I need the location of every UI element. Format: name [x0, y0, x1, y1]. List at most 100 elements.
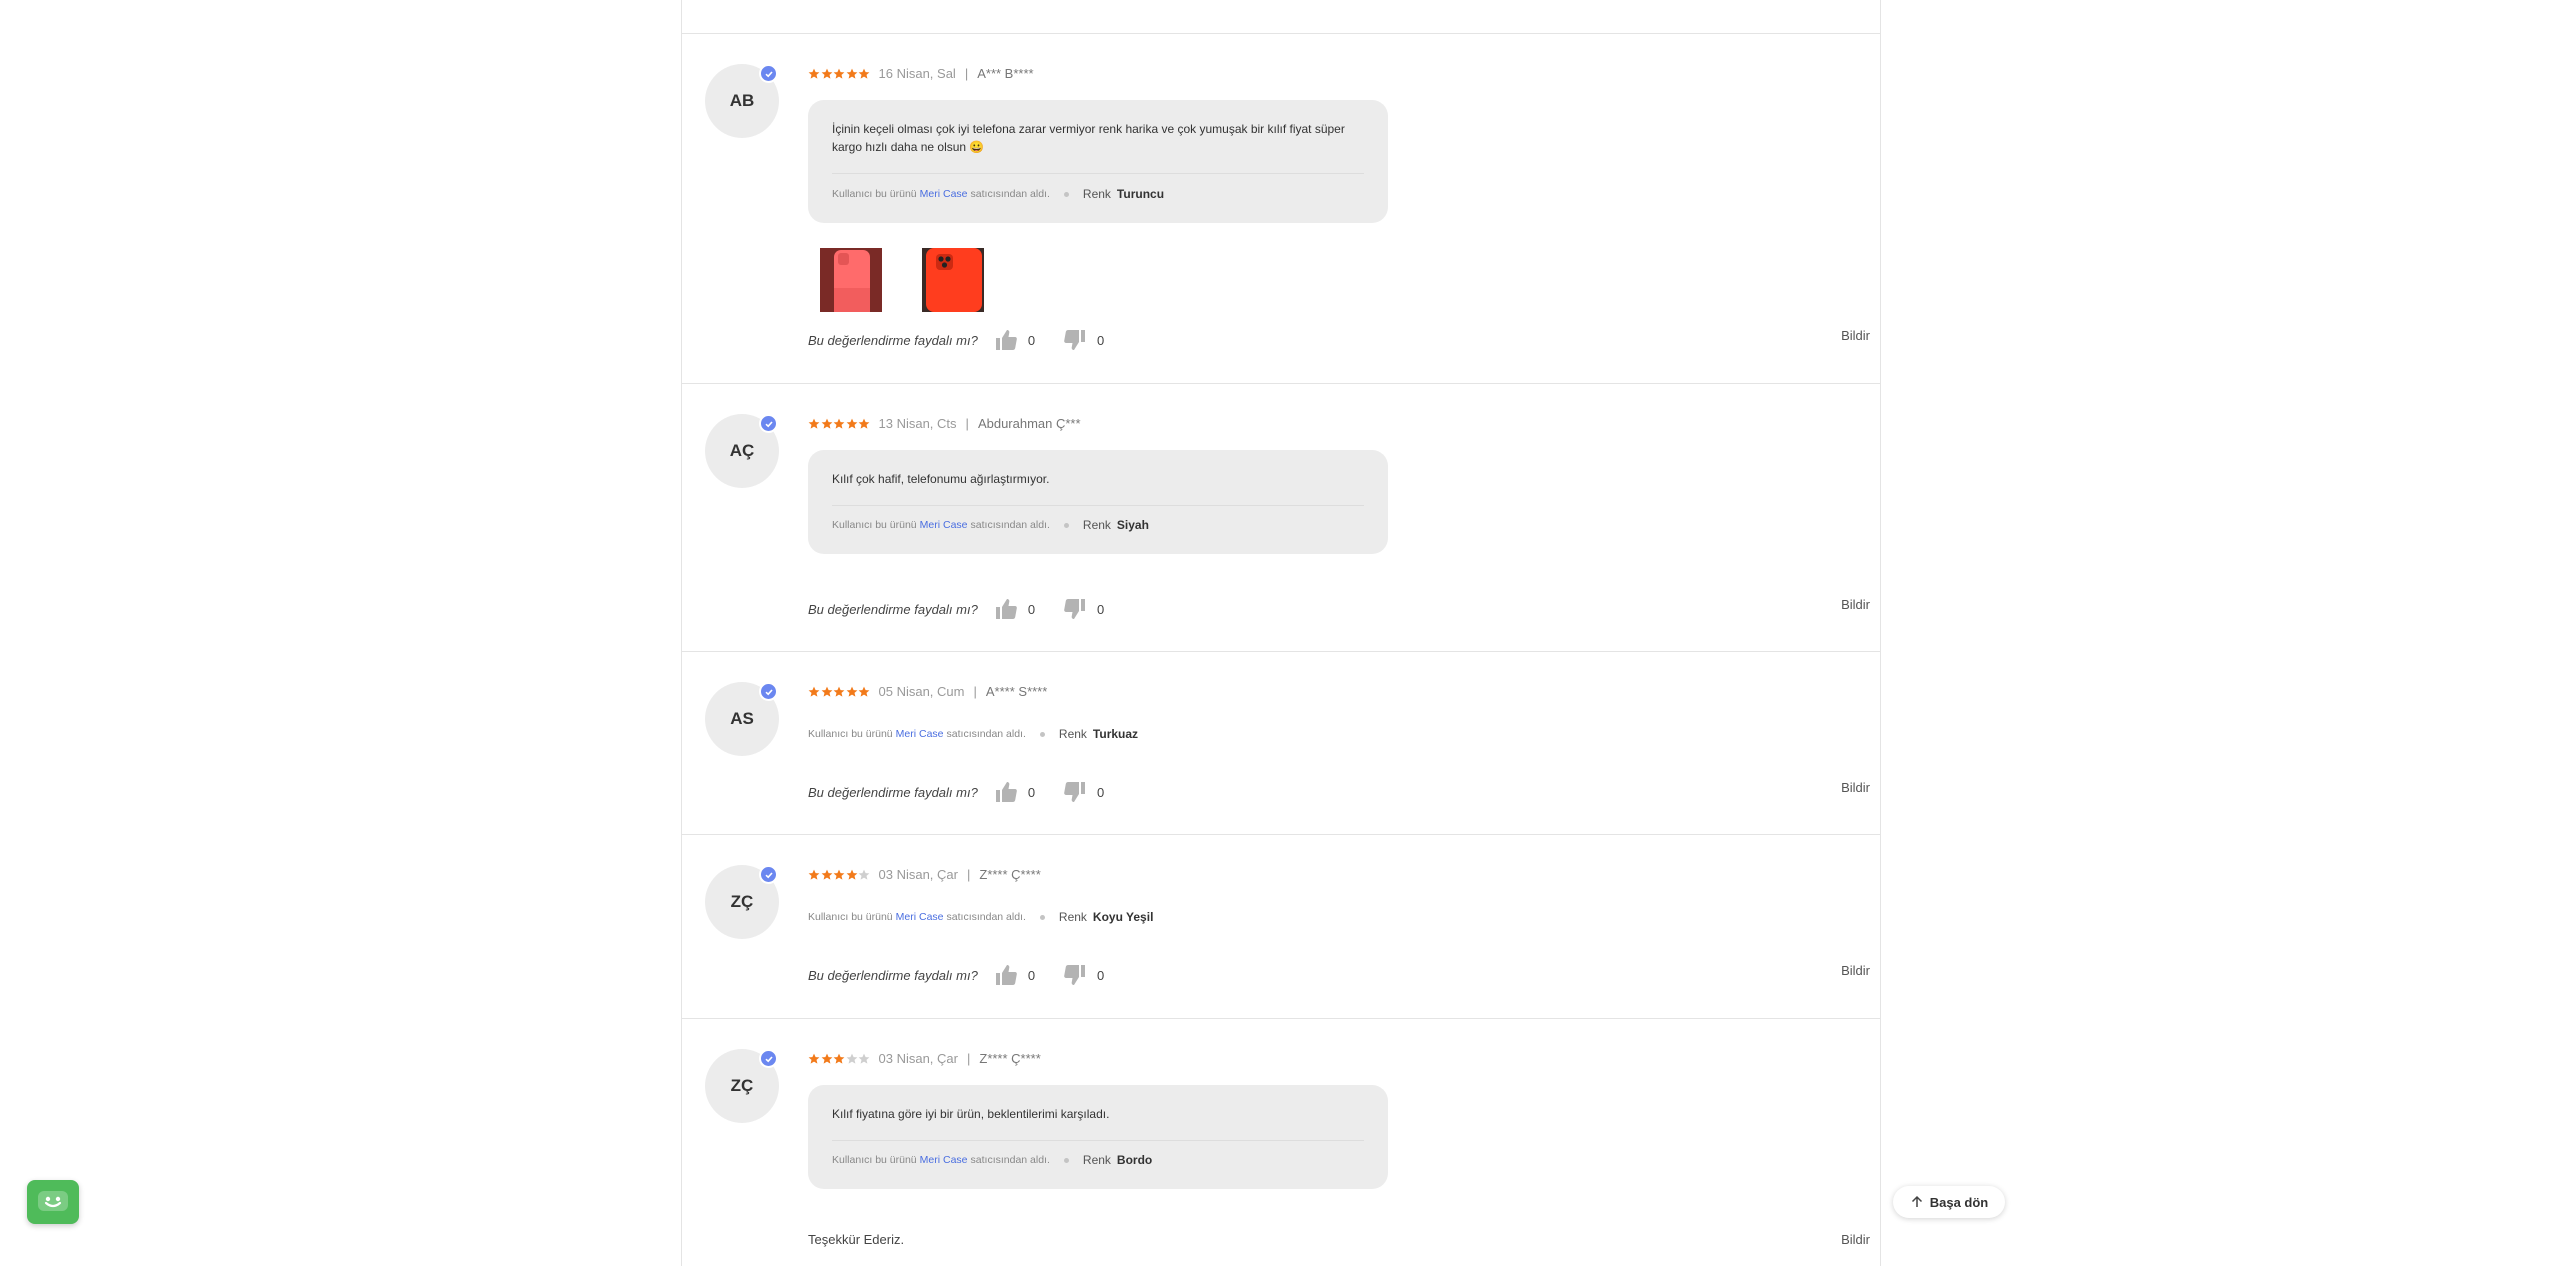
- star-icon: [808, 68, 820, 79]
- attribute-label: Renk: [1082, 1153, 1111, 1167]
- review-comment: İçinin keçeli olması çok iyi telefona za…: [832, 122, 1345, 154]
- verified-check-icon: [759, 1049, 778, 1068]
- verified-check-icon: [759, 682, 778, 701]
- star-icon: [808, 869, 820, 880]
- seller-link[interactable]: Meri Case: [920, 188, 968, 200]
- review-item: ZÇ 03 Nisan, Çar | Z**** Ç**** Kullanıcı…: [682, 834, 1880, 1018]
- dislike-count: 0: [1097, 784, 1105, 800]
- attribute-value: Bordo: [1116, 1153, 1153, 1167]
- attribute-value: Turkuaz: [1092, 727, 1139, 741]
- star-icon: [858, 418, 870, 429]
- attribute-value: Koyu Yeşil: [1092, 910, 1154, 924]
- dislike-button[interactable]: 0: [1063, 597, 1104, 621]
- attribute-value: Siyah: [1116, 518, 1149, 532]
- star-icon: [858, 686, 870, 697]
- seller-link[interactable]: Meri Case: [920, 519, 968, 531]
- star-icon: [846, 869, 857, 880]
- star-icon: [833, 686, 845, 697]
- review-comment: Kılıf çok hafif, telefonumu ağırlaştırmı…: [832, 472, 1050, 486]
- chatbot-button[interactable]: [27, 1180, 79, 1224]
- report-button[interactable]: Bildir: [1841, 597, 1870, 612]
- attribute-label: Renk: [1082, 187, 1111, 201]
- attribute-label: Renk: [1082, 518, 1111, 532]
- seller-link[interactable]: Meri Case: [896, 911, 944, 923]
- dislike-count: 0: [1097, 601, 1105, 617]
- helpful-row: Bu değerlendirme faydalı mı? 0 0: [808, 328, 1104, 352]
- meta-separator: |: [966, 1051, 971, 1066]
- seller-prefix: Kullanıcı bu ürünü: [832, 1154, 917, 1166]
- star-icon: [858, 68, 870, 79]
- review-author: Z**** Ç****: [979, 867, 1041, 882]
- back-to-top-label: Başa dön: [1929, 1194, 1989, 1210]
- seller-suffix: satıcısından aldı.: [946, 728, 1026, 740]
- review-date: 03 Nisan, Çar: [878, 867, 958, 882]
- like-count: 0: [1027, 601, 1036, 617]
- review-photo[interactable]: [820, 248, 882, 312]
- helpful-question: Bu değerlendirme faydalı mı?: [808, 332, 978, 348]
- star-icon: [821, 68, 832, 79]
- attribute-value: Turuncu: [1116, 187, 1165, 201]
- review-author: Abdurahman Ç***: [977, 416, 1081, 431]
- review-meta: 05 Nisan, Cum | A**** S****: [808, 684, 1047, 699]
- meta-separator: |: [965, 416, 969, 431]
- thumbs-down-icon: [1064, 330, 1086, 350]
- review-item: AB 16 Nisan, Sal | A*** B**** İçinin keç…: [682, 33, 1880, 383]
- avatar-initials: ZÇ: [730, 1076, 754, 1095]
- dislike-button[interactable]: 0: [1063, 963, 1104, 987]
- thumbs-up-icon: [995, 330, 1017, 350]
- seller-reply: Teşekkür Ederiz.: [808, 1232, 905, 1247]
- star-icon: [846, 418, 857, 429]
- seller-link[interactable]: Meri Case: [896, 728, 944, 740]
- reviews-panel: AB 16 Nisan, Sal | A*** B**** İçinin keç…: [681, 0, 1881, 1266]
- star-icon: [846, 1053, 857, 1064]
- report-button[interactable]: Bildir: [1841, 328, 1870, 343]
- attribute-label: Renk: [1058, 727, 1087, 741]
- seller-link[interactable]: Meri Case: [920, 1154, 968, 1166]
- star-icon: [846, 686, 857, 697]
- thumbs-down-icon: [1064, 965, 1086, 985]
- like-count: 0: [1027, 332, 1036, 348]
- meta-separator: |: [973, 684, 977, 699]
- like-button[interactable]: 0: [994, 597, 1035, 621]
- info-dot: [1063, 191, 1069, 197]
- review-photo[interactable]: [922, 248, 984, 312]
- star-icon: [846, 68, 857, 79]
- star-icon: [858, 869, 870, 880]
- review-date: 03 Nisan, Çar: [878, 1051, 958, 1066]
- helpful-row: Bu değerlendirme faydalı mı? 0 0: [808, 780, 1104, 804]
- helpful-question: Bu değerlendirme faydalı mı?: [808, 601, 978, 617]
- info-dot: [1063, 1157, 1069, 1163]
- report-button[interactable]: Bildir: [1841, 963, 1870, 978]
- verified-check-icon: [759, 64, 778, 83]
- back-to-top-button[interactable]: Başa dön: [1893, 1186, 2005, 1218]
- rating-stars: [808, 68, 871, 80]
- like-button[interactable]: 0: [994, 328, 1035, 352]
- seller-info: Kullanıcı bu ürünü Meri Case satıcısında…: [832, 1153, 1152, 1167]
- star-icon: [858, 1053, 870, 1064]
- helpful-row: Bu değerlendirme faydalı mı? 0 0: [808, 597, 1104, 621]
- like-count: 0: [1027, 967, 1036, 983]
- report-button[interactable]: Bildir: [1841, 1232, 1870, 1247]
- seller-info: Kullanıcı bu ürünü Meri Case satıcısında…: [808, 727, 1138, 741]
- info-dot: [1039, 914, 1045, 920]
- review-author: Z**** Ç****: [979, 1051, 1041, 1066]
- dislike-button[interactable]: 0: [1063, 780, 1104, 804]
- review-comment: Kılıf fiyatına göre iyi bir ürün, beklen…: [832, 1107, 1110, 1121]
- star-icon: [833, 1053, 845, 1064]
- star-icon: [821, 1053, 832, 1064]
- meta-separator: |: [966, 867, 971, 882]
- helpful-question: Bu değerlendirme faydalı mı?: [808, 967, 978, 983]
- report-button[interactable]: Bildir: [1841, 780, 1870, 795]
- like-button[interactable]: 0: [994, 963, 1035, 987]
- helpful-row: Bu değerlendirme faydalı mı? 0 0: [808, 963, 1104, 987]
- dislike-button[interactable]: 0: [1063, 328, 1104, 352]
- meta-separator: |: [964, 66, 969, 81]
- review-date: 05 Nisan, Cum: [878, 684, 965, 699]
- review-comment-box: Kılıf fiyatına göre iyi bir ürün, beklen…: [808, 1085, 1388, 1189]
- star-icon: [821, 418, 832, 429]
- star-icon: [821, 686, 832, 697]
- avatar-initials: AB: [729, 91, 755, 110]
- like-button[interactable]: 0: [994, 780, 1035, 804]
- seller-prefix: Kullanıcı bu ürünü: [808, 728, 893, 740]
- review-comment-box: İçinin keçeli olması çok iyi telefona za…: [808, 100, 1388, 223]
